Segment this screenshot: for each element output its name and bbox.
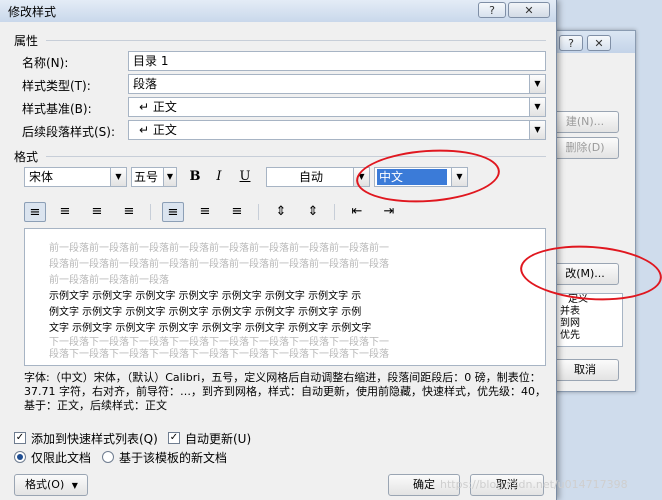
one-half-spacing-icon[interactable]: ≡ [194,202,216,222]
based-on-label: 样式基准(B): [22,102,92,116]
chevron-down-icon[interactable]: ▼ [529,121,545,139]
divider [46,40,546,41]
divider [334,204,335,220]
preview-previous-line: 前一段落前一段落前一段落 [49,275,169,286]
titlebar: 修改样式 [0,0,556,22]
font-value: 宋体 [29,170,54,184]
close-icon[interactable]: ✕ [587,35,611,51]
desc-line: 到网 [560,318,580,329]
decrease-indent-icon[interactable]: ⇤ [346,202,368,222]
chevron-down-icon[interactable]: ▼ [110,168,126,186]
preview-next-line: 段落下一段落下一段落下一段落下一段落下一段落下一段落下一段落下一段落 [49,349,389,360]
background-description: 定义 并表 到网 优先 [551,293,623,347]
align-right-icon[interactable]: ≡ [86,202,108,222]
preview-sample-line: 示例文字 示例文字 示例文字 示例文字 示例文字 示例文字 示例文字 示 [49,291,362,302]
close-button[interactable]: ✕ [508,2,550,18]
preview-sample-line: 例文字 示例文字 示例文字 示例文字 示例文字 示例文字 示例文字 示例 [49,307,362,318]
format-menu-button[interactable]: 格式(O) ▼ [14,474,88,496]
auto-update-label[interactable]: 自动更新(U) [185,430,251,447]
style-preview: 前一段落前一段落前一段落前一段落前一段落前一段落前一段落前一段落前一 段落前一段… [24,228,546,366]
name-input[interactable]: 目录 1 [128,51,546,71]
decrease-spacing-before-icon[interactable]: ⇕ [302,202,324,222]
style-type-select[interactable]: 段落 ▼ [128,74,546,94]
bold-button[interactable]: B [184,167,206,187]
increase-spacing-before-icon[interactable]: ⇕ [270,202,292,222]
divider [150,204,151,220]
font-color-value: 自动 [299,170,324,184]
preview-previous-line: 前一段落前一段落前一段落前一段落前一段落前一段落前一段落前一段落前一 [49,243,389,254]
preview-previous-line: 段落前一段落前一段落前一段落前一段落前一段落前一段落前一段落前一段落 [49,259,389,270]
desc-line: 优先 [560,330,580,341]
style-description: 字体:（中文）宋体，（默认）Calibri，五号，定义网格后自动调整右缩进，段落… [24,371,546,412]
new-documents-radio[interactable] [102,451,114,463]
divider [258,204,259,220]
chevron-down-icon[interactable]: ▼ [529,98,545,116]
increase-indent-icon[interactable]: ⇥ [378,202,400,222]
single-spacing-icon[interactable]: ≡ [162,202,184,222]
chevron-down-icon[interactable]: ▼ [529,75,545,93]
help-button[interactable]: ? [559,35,583,51]
name-label: 名称(N): [22,56,69,70]
next-style-select[interactable]: ↵ 正文 ▼ [128,120,546,140]
style-type-value: 段落 [133,77,158,91]
align-center-icon[interactable]: ≡ [54,202,76,222]
properties-section-label: 属性 [14,34,39,48]
next-style-label: 后续段落样式(S): [22,125,116,139]
dialog-title: 修改样式 [8,5,57,19]
background-cancel-button[interactable]: 取消 [551,359,619,381]
based-on-value: ↵ 正文 [139,100,177,114]
format-button-label: 格式(O) [25,478,65,491]
underline-button[interactable]: U [234,167,256,187]
style-type-label: 样式类型(T): [22,79,91,93]
font-size-value: 五号 [134,170,159,184]
based-on-select[interactable]: ↵ 正文 ▼ [128,97,546,117]
font-size-select[interactable]: 五号 ▼ [131,167,177,187]
help-button[interactable]: ? [478,2,506,18]
auto-update-checkbox[interactable]: ✓ [168,432,180,444]
new-style-button[interactable]: 建(N)... [551,111,619,133]
new-documents-label[interactable]: 基于该模板的新文档 [119,449,227,466]
format-section-label: 格式 [14,150,39,164]
modify-style-dialog: 修改样式 ? ✕ 属性 名称(N): 目录 1 样式类型(T): 段落 ▼ 样式… [0,0,557,500]
only-this-document-label[interactable]: 仅限此文档 [31,449,91,466]
desc-line: 并表 [560,306,580,317]
add-to-quick-styles-label[interactable]: 添加到快速样式列表(Q) [31,430,158,447]
only-this-document-radio[interactable] [14,451,26,463]
font-color-select[interactable]: 自动 ▼ [266,167,370,187]
justify-icon[interactable]: ≡ [118,202,140,222]
delete-button[interactable]: 删除(D) [551,137,619,159]
preview-sample-line: 文字 示例文字 示例文字 示例文字 示例文字 示例文字 示例文字 示例文字 [49,323,372,334]
font-select[interactable]: 宋体 ▼ [24,167,127,187]
chevron-down-icon: ▼ [71,481,78,490]
double-spacing-icon[interactable]: ≡ [226,202,248,222]
watermark: https://blog.csdn.net/u014717398 [440,478,628,491]
chevron-down-icon[interactable]: ▼ [163,168,176,186]
add-to-quick-styles-checkbox[interactable]: ✓ [14,432,26,444]
italic-button[interactable]: I [208,167,230,187]
align-left-icon[interactable]: ≡ [24,202,46,222]
next-style-value: ↵ 正文 [139,123,177,137]
